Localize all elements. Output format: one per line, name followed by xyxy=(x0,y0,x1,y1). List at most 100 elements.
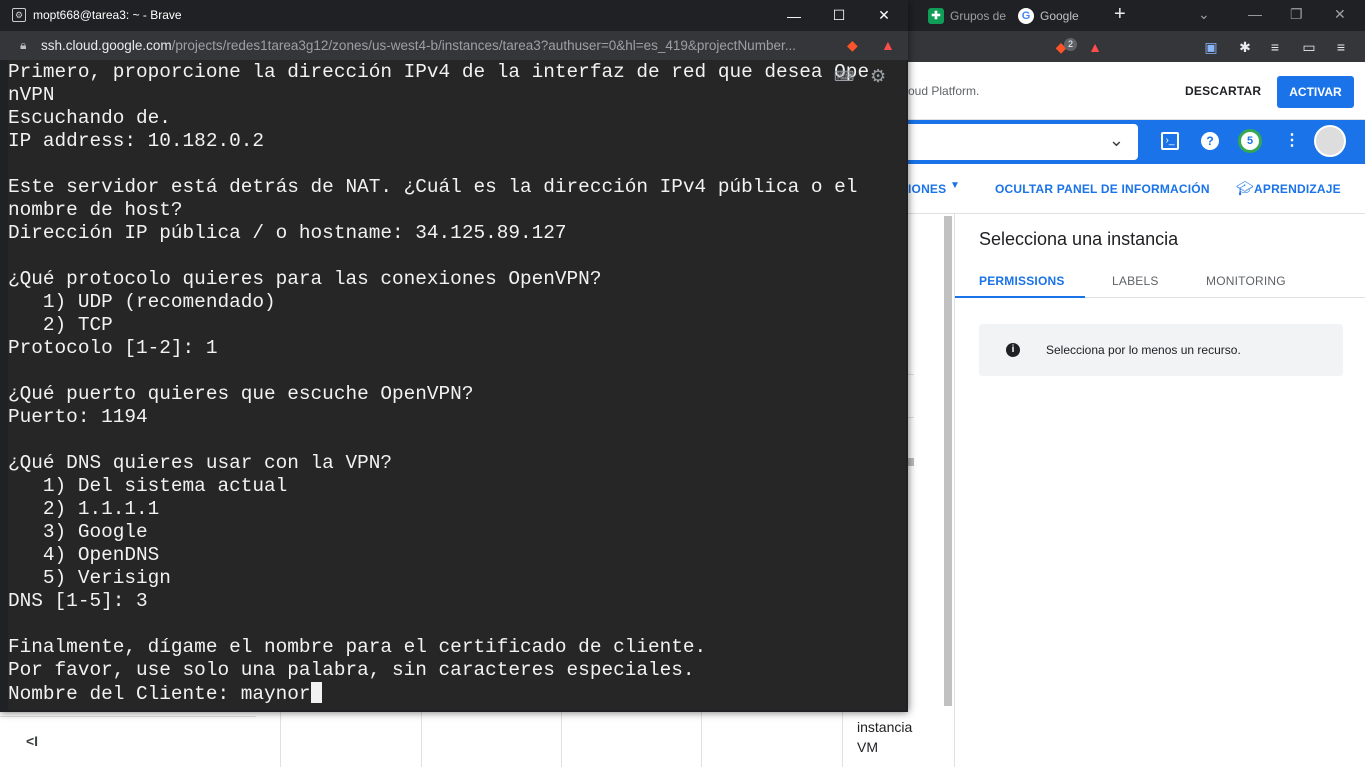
terminal-line: 4) OpenDNS xyxy=(8,544,160,566)
minimize-button[interactable]: — xyxy=(771,0,817,31)
notifications-badge[interactable]: 5 xyxy=(1238,129,1262,153)
terminal-line: 1) Del sistema actual xyxy=(8,475,288,497)
minimize-icon[interactable]: — xyxy=(1248,6,1262,22)
panel-tabs: PERMISSIONS LABELS MONITORING xyxy=(955,264,1365,298)
shield-count-badge: 2 xyxy=(1064,38,1077,51)
column-divider xyxy=(421,704,422,767)
menu-icon[interactable]: ≡ xyxy=(1332,38,1350,56)
url-field[interactable]: ssh.cloud.google.com/projects/redes1tare… xyxy=(41,38,831,53)
extensions-icon[interactable]: ✱ xyxy=(1236,38,1254,56)
panel-title: Selecciona una instancia xyxy=(979,229,1179,249)
search-input[interactable]: ⌄ xyxy=(900,124,1138,160)
app-icon: ⚙ xyxy=(12,8,26,22)
info-message: Selecciona por lo menos un recurso. xyxy=(1046,343,1241,357)
column-divider xyxy=(842,704,843,767)
terminal-line: 3) Google xyxy=(8,521,148,543)
tab-labels[interactable]: LABELS xyxy=(1112,274,1159,288)
terminal-line: IP address: 10.182.0.2 xyxy=(8,130,264,152)
column-divider xyxy=(280,704,281,767)
terminal-line: nombre de host? xyxy=(8,199,183,221)
maximize-button[interactable]: ☐ xyxy=(816,0,862,31)
playlist-icon[interactable]: ≡ xyxy=(1266,38,1284,56)
screen: ✚ Grupos de G Google + ⌄ — ❐ ✕ ◆ 2 ▲ ▣ ✱… xyxy=(0,0,1365,767)
ssh-address-bar: 🔒︎ ssh.cloud.google.com/projects/redes1t… xyxy=(0,31,908,60)
terminal-line: ¿Qué DNS quieres usar con la VPN? xyxy=(8,452,392,474)
settings-gear-icon[interactable]: ⚙ xyxy=(870,66,886,87)
terminal-line: Escuchando de. xyxy=(8,107,171,129)
terminal-line: Puerto: 1194 xyxy=(8,406,148,428)
terminal-line: Finalmente, dígame el nombre para el cer… xyxy=(8,636,707,658)
sidebar-footer: <I xyxy=(0,716,256,767)
row-divider xyxy=(908,417,914,418)
more-options-icon[interactable]: ⋮ xyxy=(1284,130,1300,150)
brave-rewards-icon[interactable]: ▲ xyxy=(1086,38,1104,56)
terminal-line: 5) Verisign xyxy=(8,567,171,589)
terminal-line: Primero, proporcione la dirección IPv4 d… xyxy=(8,61,870,83)
terminal-prompt-line[interactable]: Nombre del Cliente: maynor xyxy=(8,682,906,706)
avatar[interactable] xyxy=(1314,125,1346,157)
info-icon: i xyxy=(1006,343,1020,357)
google-icon: G xyxy=(1018,7,1034,24)
terminal-line: DNS [1-5]: 3 xyxy=(8,590,148,612)
info-panel: Selecciona una instancia PERMISSIONS LAB… xyxy=(954,214,1365,767)
brave-rewards-icon[interactable]: ▲ xyxy=(881,37,895,53)
info-message-box: i Selecciona por lo menos un recurso. xyxy=(979,324,1343,376)
banner-text: oud Platform. xyxy=(908,84,980,98)
tab-google[interactable]: G Google xyxy=(1018,0,1079,31)
ssh-window: ⚙ mopt668@tarea3: ~ - Brave — ☐ ✕ 🔒︎ ssh… xyxy=(0,0,908,712)
tab-label: Grupos de xyxy=(950,8,1007,23)
active-tab-indicator xyxy=(955,296,1085,298)
cloud-shell-icon[interactable]: ›_ xyxy=(1161,132,1179,150)
tab-permissions[interactable]: PERMISSIONS xyxy=(979,274,1065,288)
description-fragment: VM xyxy=(857,739,878,755)
collapse-sidebar-button[interactable]: <I xyxy=(26,733,38,749)
terminal-output: Primero, proporcione la dirección IPv4 d… xyxy=(8,60,906,706)
terminal[interactable]: Primero, proporcione la dirección IPv4 d… xyxy=(8,60,906,710)
column-handle[interactable] xyxy=(908,458,914,466)
terminal-line: ¿Qué puerto quieres que escuche OpenVPN? xyxy=(8,383,474,405)
nav-partial-link[interactable]: IONES xyxy=(908,182,946,196)
tab-label: Google xyxy=(1040,8,1079,23)
terminal-line: 2) 1.1.1.1 xyxy=(8,498,160,520)
terminal-line: 1) UDP (recomendado) xyxy=(8,291,276,313)
terminal-line: ¿Qué protocolo quieres para las conexion… xyxy=(8,268,602,290)
description-fragment: instancia xyxy=(857,719,913,735)
translate-icon[interactable]: ▣ xyxy=(1202,38,1220,56)
tab-grupos[interactable]: ✚ Grupos de xyxy=(928,0,1006,31)
sheets-icon: ✚ xyxy=(928,7,944,24)
dropdown-caret-icon: ▼ xyxy=(950,180,960,191)
help-icon[interactable]: ? xyxy=(1201,132,1219,150)
window-title: mopt668@tarea3: ~ - Brave xyxy=(33,8,182,22)
tab-search-icon[interactable]: ⌄ xyxy=(1198,6,1210,23)
hide-info-panel-link[interactable]: OCULTAR PANEL DE INFORMACIÓN xyxy=(995,182,1210,196)
close-button[interactable]: ✕ xyxy=(861,0,907,31)
restore-icon[interactable]: ❐ xyxy=(1290,6,1303,23)
activate-button[interactable]: ACTIVAR xyxy=(1277,76,1354,108)
new-tab-button[interactable]: + xyxy=(1114,3,1126,26)
terminal-line: Por favor, use solo una palabra, sin car… xyxy=(8,659,695,681)
prompt-label: Nombre del Cliente: xyxy=(8,683,241,705)
terminal-line: Este servidor está detrás de NAT. ¿Cuál … xyxy=(8,176,858,198)
keyboard-icon[interactable]: ⌨ xyxy=(834,68,854,85)
column-divider xyxy=(701,704,702,767)
terminal-cursor xyxy=(310,682,322,703)
wallet-icon[interactable]: ▭ xyxy=(1300,38,1318,56)
close-icon[interactable]: ✕ xyxy=(1334,6,1346,23)
learning-icon: 🎓︎ xyxy=(1236,180,1254,196)
client-name-input[interactable]: maynor xyxy=(241,683,311,705)
dismiss-button[interactable]: DESCARTAR xyxy=(1185,84,1261,98)
terminal-line: Protocolo [1-2]: 1 xyxy=(8,337,218,359)
terminal-line: nVPN xyxy=(8,84,55,106)
terminal-line: 2) TCP xyxy=(8,314,113,336)
tab-monitoring[interactable]: MONITORING xyxy=(1206,274,1286,288)
learning-link[interactable]: APRENDIZAJE xyxy=(1254,182,1341,196)
lock-icon: 🔒︎ xyxy=(20,38,27,52)
brave-shield-icon[interactable]: ◆ xyxy=(847,37,858,54)
scrollbar-thumb[interactable] xyxy=(944,216,952,706)
chevron-down-icon[interactable]: ⌄ xyxy=(1109,130,1124,151)
